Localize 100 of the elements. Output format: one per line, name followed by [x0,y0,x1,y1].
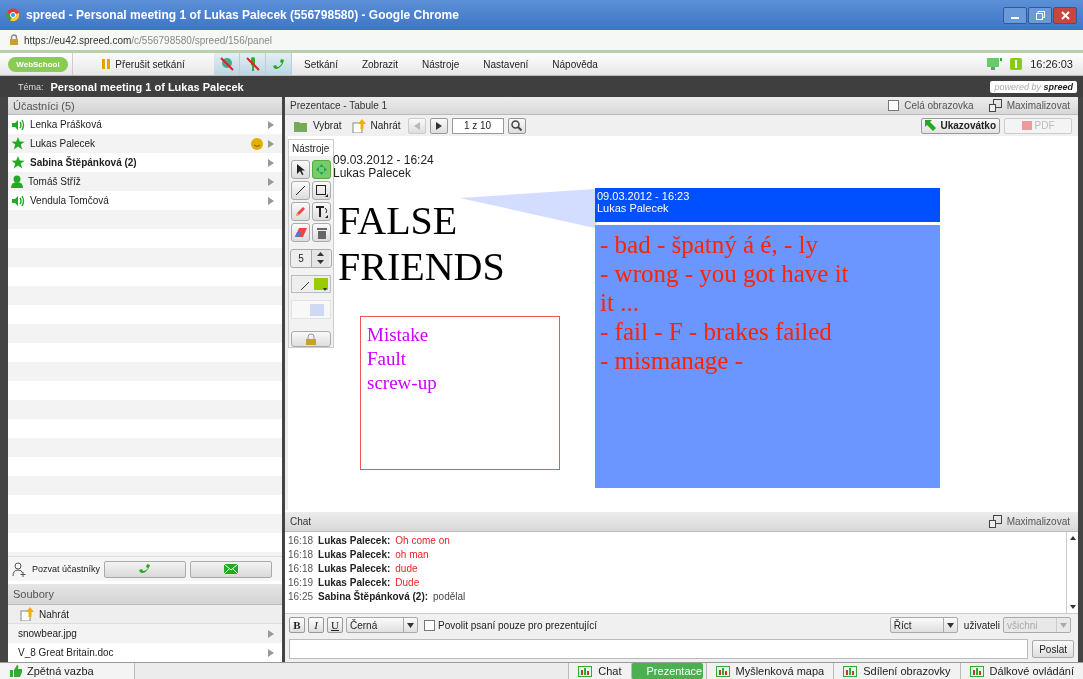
page-field[interactable]: 1 z 10 [451,117,504,134]
upload-button[interactable]: Nahrát [348,118,404,133]
color-select[interactable]: Černá [346,617,418,633]
message-time: 16:19 [288,577,314,588]
menu-item[interactable]: Setkání [292,53,350,75]
topic-title: Personal meeting 1 of Lukas Palecek [50,80,244,93]
close-button[interactable] [1053,6,1077,24]
speaker-icon [11,118,25,131]
lock-button[interactable] [291,331,331,347]
menu-item[interactable]: Nápověda [540,53,610,75]
camera-off-icon [218,56,235,72]
format-button[interactable]: U [327,617,343,633]
next-page-button[interactable] [429,117,448,134]
file-name: V_8 Great Britain.doc [18,647,114,658]
select-button[interactable]: Vybrat [291,119,345,132]
message-author: Lukas Palecek: [318,577,391,588]
maximize-button[interactable]: Maximalizovat [1006,516,1070,527]
eraser-icon [294,228,307,237]
tab[interactable]: Dálkové ovládání [959,663,1083,679]
scroll-down-icon [1069,605,1076,609]
cursor-icon [296,164,305,175]
person-icon [11,175,23,188]
menu-item[interactable]: Nastavení [471,53,541,75]
participant-row[interactable]: Tomáš Stříž [8,172,282,191]
arrow-right-icon [268,196,274,205]
email-button[interactable] [190,560,273,578]
format-button[interactable]: I [308,617,324,633]
maximize-button[interactable]: Maximalizovat [1006,100,1070,111]
lock-warning-icon [8,34,20,46]
arrow-right-icon [268,648,274,657]
menu-item[interactable]: Nástroje [410,53,472,75]
message-author: Lukas Palecek: [318,535,391,546]
send-button[interactable]: Poslat [1032,640,1074,658]
rectangle-tool[interactable] [312,181,331,200]
tab[interactable]: Chat [568,663,631,679]
participant-row[interactable]: Lenka Prášková [8,115,282,134]
panel-header: Soubory [8,584,282,605]
envelope-icon [224,564,239,574]
clock: 16:26:03 [1030,58,1073,70]
participant-name: Tomáš Stříž [28,176,81,187]
participant-row[interactable]: Sabina Štěpánková (2) [8,153,282,172]
arrow-left-icon [413,121,420,130]
minimize-button[interactable] [1003,6,1027,24]
microphone-off-button[interactable] [240,53,266,75]
participant-name: Lenka Prášková [30,119,102,130]
palette-title: Nástroje [289,140,333,156]
arrow-right-icon [268,158,274,167]
tab-icon [843,665,858,677]
participant-row[interactable]: Vendula Tomčová [8,191,282,210]
presenter-only-checkbox[interactable] [424,619,435,631]
pointer-arrow-icon [925,120,937,131]
phone-button[interactable] [266,53,292,75]
text-tool[interactable] [312,202,331,221]
file-name: snowbear.jpg [18,628,77,639]
pencil-icon [295,206,306,217]
participant-row[interactable]: Lukas Palecek [8,134,282,153]
pdf-icon [1021,121,1032,130]
tab[interactable]: Myšlenková mapa [705,663,834,679]
camera-off-button[interactable] [214,53,240,75]
message-input[interactable] [289,639,1029,659]
arrow-right-icon [268,629,274,638]
arrow-right-icon [268,139,274,148]
color-picker[interactable] [291,274,331,294]
message-text: Dude [395,577,420,588]
dropdown-icon [403,618,417,632]
file-row[interactable]: snowbear.jpg [8,624,282,643]
magnifier-icon [511,120,523,131]
pencil-tool[interactable] [291,202,310,221]
delete-tool[interactable] [312,223,331,242]
star-icon [11,156,25,169]
select-value: Černá [350,619,378,631]
feedback-button[interactable]: Zpětná vazba [0,663,135,679]
thumbs-up-icon [10,665,22,677]
maximize-icon [988,99,1002,112]
menu-item[interactable]: Zobrazit [349,53,411,75]
zoom-button[interactable] [507,117,526,134]
eraser-tool[interactable] [291,223,310,242]
restore-button[interactable] [1028,6,1052,24]
pointer-button[interactable]: Ukazovátko [921,117,1000,134]
message-time: 16:18 [288,535,314,546]
fullscreen-checkbox[interactable] [888,100,900,111]
tab[interactable]: Sdílení obrazovky [833,663,960,679]
arrow-right-icon [268,120,274,129]
file-row[interactable]: V_8 Great Britain.doc [8,643,282,662]
line-tool[interactable] [291,181,310,200]
say-select[interactable]: Říct [889,617,958,633]
select-value: všichni [1007,619,1038,631]
message-time: 16:18 [288,563,314,574]
message-text: podělal [433,591,466,602]
tab-icon [969,665,984,677]
upload-button[interactable]: Nahrát [8,605,282,624]
rectangle-icon [315,184,328,197]
padlock-icon [306,333,316,346]
select-tool[interactable] [291,160,310,179]
format-button[interactable]: B [289,617,305,633]
timestamp-label: 09.03.2012 - 16:24 Lukas Palecek [333,154,434,180]
pause-meeting-button[interactable]: Přerušit setkání [72,53,214,75]
url-text[interactable]: https://eu42.spreed.com/c/556798580/spreed/156/panel [24,34,272,46]
phone-icon [270,56,287,72]
select-value: Říct [893,619,912,631]
